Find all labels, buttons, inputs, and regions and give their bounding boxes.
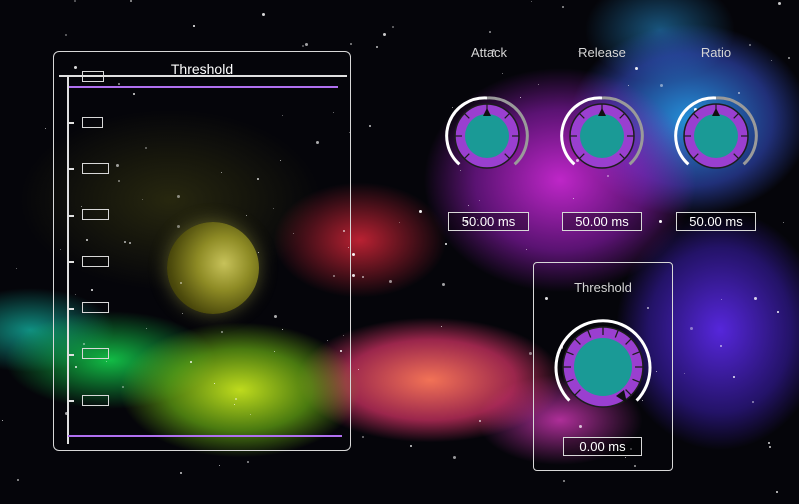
star xyxy=(489,31,491,33)
meter-tick xyxy=(68,400,74,402)
meter-marker[interactable] xyxy=(82,348,109,359)
meter-marker[interactable] xyxy=(82,117,103,128)
star xyxy=(410,445,412,447)
star xyxy=(563,480,565,482)
star xyxy=(2,420,3,421)
star xyxy=(778,2,781,5)
meter-marker[interactable] xyxy=(82,395,109,406)
attack-value-field[interactable]: 50.00 ms xyxy=(448,212,529,231)
star xyxy=(383,33,386,36)
star xyxy=(180,472,182,474)
attack-label: Attack xyxy=(470,45,508,60)
star xyxy=(529,352,532,355)
star xyxy=(573,198,574,199)
star xyxy=(754,297,757,300)
star xyxy=(721,299,722,300)
star xyxy=(302,45,304,47)
star xyxy=(783,222,784,223)
star xyxy=(65,34,67,36)
attack-knob[interactable] xyxy=(445,94,529,178)
star xyxy=(442,283,445,286)
star xyxy=(419,210,422,213)
ratio-label: Ratio xyxy=(700,45,732,60)
star xyxy=(362,436,364,438)
star xyxy=(776,491,778,493)
star xyxy=(193,25,195,27)
star xyxy=(74,0,76,2)
meter-tick xyxy=(68,215,74,217)
meter-tick xyxy=(68,354,74,356)
star xyxy=(752,401,754,403)
star xyxy=(350,43,352,45)
star xyxy=(562,6,564,8)
star xyxy=(684,373,685,374)
star xyxy=(369,125,371,127)
star xyxy=(771,60,772,61)
star xyxy=(441,326,442,327)
threshold-knob[interactable] xyxy=(552,316,654,418)
star xyxy=(130,0,132,2)
star xyxy=(358,369,359,370)
meter-tick xyxy=(68,308,74,310)
star xyxy=(219,465,220,466)
star xyxy=(659,220,662,223)
star xyxy=(690,327,693,330)
meter-lower-limit-line xyxy=(68,435,342,437)
meter-tick xyxy=(68,122,74,124)
star xyxy=(17,479,19,481)
threshold-label: Threshold xyxy=(574,280,632,295)
star xyxy=(376,46,378,48)
star xyxy=(769,446,771,448)
star xyxy=(392,26,394,28)
star xyxy=(16,268,17,269)
ratio-value-field[interactable]: 50.00 ms xyxy=(676,212,756,231)
threshold-handle[interactable] xyxy=(82,71,104,82)
star xyxy=(352,274,355,277)
star xyxy=(352,253,355,256)
star xyxy=(45,128,46,129)
star xyxy=(777,311,779,313)
star xyxy=(720,345,722,347)
threshold-meter-panel: Threshold xyxy=(53,51,351,451)
star xyxy=(768,442,770,444)
star xyxy=(660,84,663,87)
release-knob[interactable] xyxy=(560,94,644,178)
release-value-field[interactable]: 50.00 ms xyxy=(562,212,642,231)
meter-marker[interactable] xyxy=(82,302,109,313)
star xyxy=(262,13,265,16)
star xyxy=(453,456,456,459)
star xyxy=(788,57,790,59)
ratio-knob[interactable] xyxy=(674,94,758,178)
meter-marker[interactable] xyxy=(82,163,109,174)
meter-marker[interactable] xyxy=(82,256,109,267)
star xyxy=(479,420,481,422)
star xyxy=(389,280,392,283)
threshold-value-field[interactable]: 0.00 ms xyxy=(563,437,642,456)
meter-tick xyxy=(68,168,74,170)
meter-upper-limit-line xyxy=(68,86,338,88)
star xyxy=(445,243,447,245)
meter-tick xyxy=(68,261,74,263)
star xyxy=(305,43,308,46)
star xyxy=(247,461,249,463)
star xyxy=(479,200,480,201)
star xyxy=(502,73,503,74)
star xyxy=(531,1,532,2)
star xyxy=(628,85,629,86)
star xyxy=(362,276,364,278)
star xyxy=(635,67,638,70)
release-label: Release xyxy=(578,45,626,60)
star xyxy=(468,205,469,206)
star xyxy=(538,84,539,85)
star xyxy=(733,376,735,378)
meter-marker[interactable] xyxy=(82,209,109,220)
star xyxy=(399,222,400,223)
star xyxy=(526,249,527,250)
